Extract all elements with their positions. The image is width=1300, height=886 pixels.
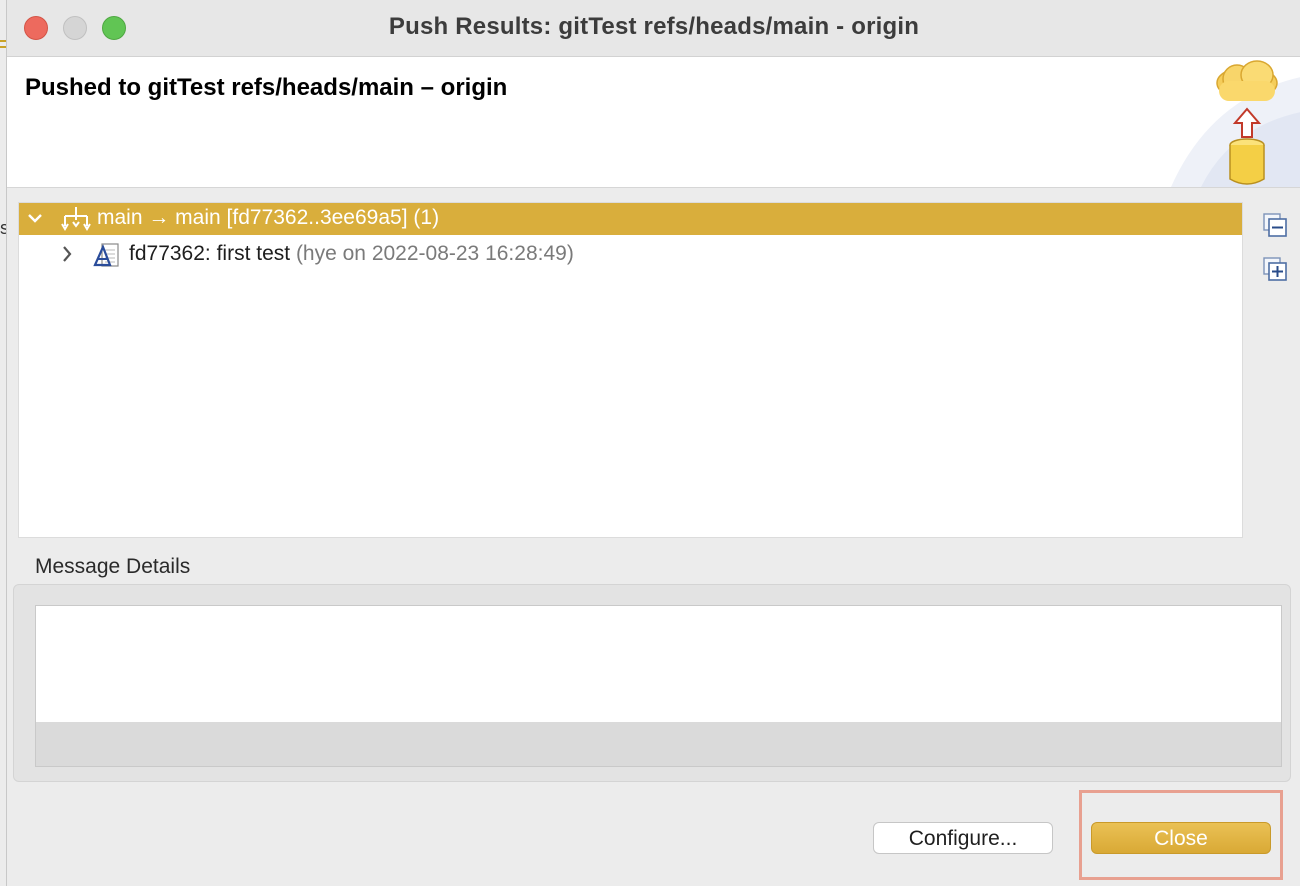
tree-row-commit[interactable]: fd77362: first test (hye on 2022-08-23 1… <box>19 239 1242 271</box>
window-title: Push Results: gitTest refs/heads/main - … <box>388 13 920 40</box>
message-details-text[interactable] <box>36 606 1281 722</box>
chevron-right-icon[interactable] <box>57 243 77 265</box>
commit-icon <box>93 243 119 267</box>
push-to-cloud-icon <box>1171 60 1300 187</box>
close-button[interactable]: Close <box>1091 822 1271 854</box>
title-bar: Push Results: gitTest refs/heads/main - … <box>7 0 1300 57</box>
ref-update-text: main → main [fd77362..3ee69a5] <box>97 206 408 229</box>
push-ref-icon <box>61 207 91 231</box>
message-details-label: Message Details <box>35 555 191 578</box>
commit-meta: (hye on 2022-08-23 16:28:49) <box>295 242 574 265</box>
banner-title: Pushed to gitTest refs/heads/main – orig… <box>25 74 508 101</box>
tree-row-ref-update[interactable]: main → main [fd77362..3ee69a5] (1) <box>19 203 1242 235</box>
commit-text: fd77362: first test <box>129 242 291 265</box>
header-banner: Pushed to gitTest refs/heads/main – orig… <box>7 57 1300 188</box>
configure-button[interactable]: Configure... <box>873 822 1053 854</box>
collapse-all-icon[interactable] <box>1262 212 1288 238</box>
push-results-dialog: Push Results: gitTest refs/heads/main - … <box>6 0 1300 886</box>
ref-update-count: (1) <box>413 206 440 229</box>
expand-all-icon[interactable] <box>1262 256 1288 282</box>
commit-label: fd77362: first test (hye on 2022-08-23 1… <box>129 242 574 266</box>
ref-update-label: main → main [fd77362..3ee69a5] (1) <box>97 206 439 230</box>
message-details-box[interactable] <box>35 605 1282 767</box>
chevron-down-icon[interactable] <box>25 207 45 229</box>
push-results-tree[interactable]: main → main [fd77362..3ee69a5] (1) fd773… <box>18 202 1243 538</box>
message-details-group <box>13 584 1291 782</box>
